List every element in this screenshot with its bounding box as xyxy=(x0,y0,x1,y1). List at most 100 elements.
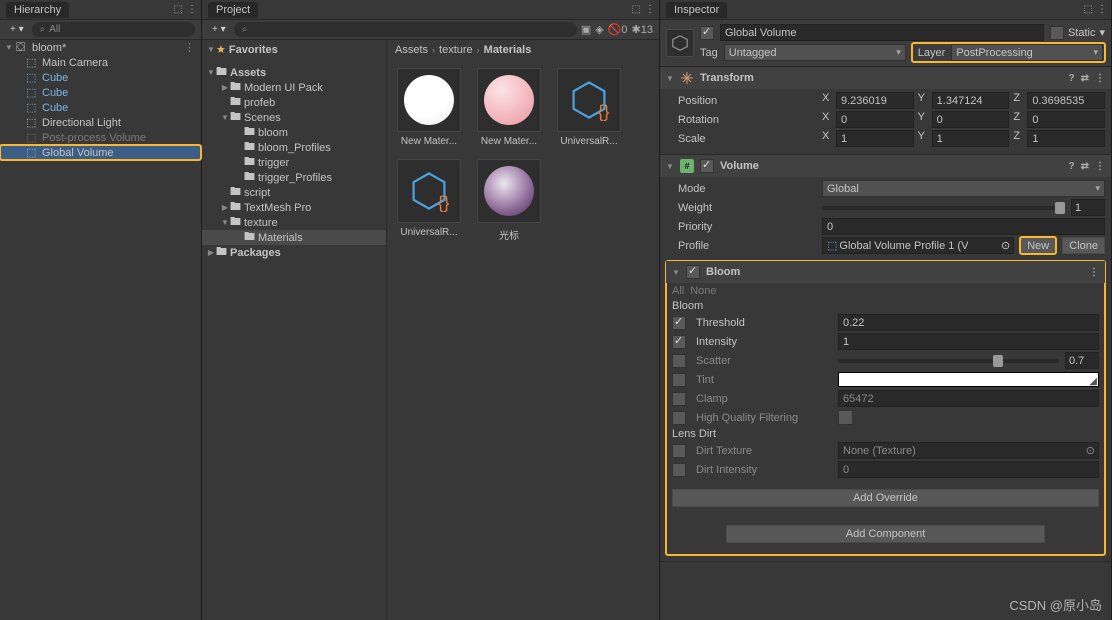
profile-new-button[interactable]: New xyxy=(1020,237,1056,254)
rot-x[interactable]: 0 xyxy=(836,111,914,128)
threshold-field[interactable]: 0.22 xyxy=(838,314,1099,331)
scale-x[interactable]: 1 xyxy=(836,130,914,147)
help-icon[interactable]: ? xyxy=(1069,73,1075,84)
project-tree-item[interactable]: 🖿bloom xyxy=(202,125,386,140)
preset-icon[interactable]: ⇄ xyxy=(1081,161,1089,172)
menu-icon[interactable]: ⋮ xyxy=(1095,73,1105,84)
hierarchy-tab[interactable]: Hierarchy xyxy=(6,2,69,18)
menu-icon[interactable]: ⋮ xyxy=(1095,161,1105,172)
static-toggle[interactable]: Static▾ xyxy=(1050,26,1105,40)
hierarchy-item[interactable]: ⬚Cube xyxy=(0,85,201,100)
profile-field[interactable]: ⬚Global Volume Profile 1 (V⊙ xyxy=(822,237,1014,254)
dirtint-override[interactable] xyxy=(672,463,686,477)
project-tree-item[interactable]: ▼🖿Scenes xyxy=(202,110,386,125)
bloom-header[interactable]: ▼ Bloom ⋮ xyxy=(666,261,1105,283)
layers-count[interactable]: ✱13 xyxy=(632,23,653,36)
clamp-override[interactable] xyxy=(672,392,686,406)
hidden-count[interactable]: 🚫0 xyxy=(608,23,628,36)
asset-item[interactable]: {}UniversalR... xyxy=(555,68,623,147)
project-tree-item[interactable]: 🖿bloom_Profiles xyxy=(202,140,386,155)
project-tree-item[interactable]: ▶🖿Packages xyxy=(202,245,386,260)
project-tree-item[interactable]: ▼🖿texture xyxy=(202,215,386,230)
context-menu-icon[interactable]: ⋮ xyxy=(187,4,197,15)
pos-x[interactable]: 9.236019 xyxy=(836,92,914,109)
lock-icon[interactable]: ⬚ xyxy=(174,4,183,15)
breadcrumb[interactable]: Assets› texture› Materials xyxy=(387,40,659,60)
hq-check[interactable] xyxy=(838,410,853,425)
folder-icon: 🖿 xyxy=(216,63,227,82)
folder-icon: 🖿 xyxy=(244,228,255,247)
threshold-override[interactable] xyxy=(672,316,686,330)
project-tree-item[interactable]: 🖿Materials xyxy=(202,230,386,245)
clamp-field[interactable]: 65472 xyxy=(838,390,1099,407)
hierarchy-item-selected[interactable]: ⬚Global Volume xyxy=(0,145,201,160)
bloom-enabled[interactable] xyxy=(686,265,700,279)
transform-header[interactable]: ▼ Transform ?⇄⋮ xyxy=(660,67,1111,89)
hierarchy-search[interactable]: ⌕All xyxy=(32,22,195,37)
volume-header[interactable]: ▼ # Volume ?⇄⋮ xyxy=(660,155,1111,177)
scatter-override[interactable] xyxy=(672,354,686,368)
intensity-override[interactable] xyxy=(672,335,686,349)
hierarchy-item[interactable]: ⬚Post-process Volume xyxy=(0,130,201,145)
asset-item[interactable]: {}UniversalR... xyxy=(395,159,463,242)
inspector-tab[interactable]: Inspector xyxy=(666,2,727,18)
preset-icon[interactable]: ⇄ xyxy=(1081,73,1089,84)
scale-z[interactable]: 1 xyxy=(1027,130,1105,147)
layer-dropdown[interactable]: PostProcessing xyxy=(951,44,1103,61)
favorites-root[interactable]: ▼★Favorites xyxy=(202,42,386,57)
active-checkbox[interactable] xyxy=(700,26,714,40)
add-override-button[interactable]: Add Override xyxy=(672,489,1099,507)
intensity-field[interactable]: 1 xyxy=(838,333,1099,350)
tint-color[interactable] xyxy=(838,372,1099,387)
rot-z[interactable]: 0 xyxy=(1027,111,1105,128)
hq-override[interactable] xyxy=(672,411,686,425)
project-search[interactable]: ⌕ xyxy=(234,22,577,37)
pos-y[interactable]: 1.347124 xyxy=(932,92,1010,109)
profile-clone-button[interactable]: Clone xyxy=(1062,237,1105,254)
dirttex-field[interactable]: None (Texture)⊙ xyxy=(838,442,1099,459)
hierarchy-toolbar: + ▾ ⌕All xyxy=(0,20,201,40)
hierarchy-item[interactable]: ⬚Cube xyxy=(0,100,201,115)
breadcrumb-item[interactable]: texture xyxy=(439,44,473,56)
pos-z[interactable]: 0.3698535 xyxy=(1027,92,1105,109)
lock-icon[interactable]: ⬚ xyxy=(1084,4,1093,15)
hierarchy-item[interactable]: ⬚Cube xyxy=(0,70,201,85)
tint-override[interactable] xyxy=(672,373,686,387)
asset-item[interactable]: 光标 xyxy=(475,159,543,242)
rot-y[interactable]: 0 xyxy=(932,111,1010,128)
project-tree-item[interactable]: 🖿trigger xyxy=(202,155,386,170)
bloom-none[interactable]: None xyxy=(690,285,716,297)
add-component-button[interactable]: Add Component xyxy=(726,525,1045,543)
add-button[interactable]: + ▾ xyxy=(6,23,28,36)
asset-item[interactable]: New Mater... xyxy=(475,68,543,147)
add-button[interactable]: + ▾ xyxy=(208,23,230,36)
help-icon[interactable]: ? xyxy=(1069,161,1075,172)
folder-icon: 🖿 xyxy=(230,108,241,127)
tag-dropdown[interactable]: Untagged xyxy=(724,44,906,61)
bloom-all[interactable]: All xyxy=(672,285,684,297)
name-field[interactable] xyxy=(720,24,1044,41)
breadcrumb-item[interactable]: Assets xyxy=(395,44,428,56)
script-icon: # xyxy=(680,159,694,173)
dirttex-override[interactable] xyxy=(672,444,686,458)
hierarchy-item[interactable]: ⬚Main Camera xyxy=(0,55,201,70)
asset-item[interactable]: New Mater... xyxy=(395,68,463,147)
scatter-slider[interactable]: 0.7 xyxy=(838,352,1099,369)
filter-icon[interactable]: ◈ xyxy=(595,23,603,36)
hierarchy-item[interactable]: ⬚Directional Light xyxy=(0,115,201,130)
volume-enabled[interactable] xyxy=(700,159,714,173)
weight-slider[interactable]: 1 xyxy=(822,199,1105,216)
lock-icon[interactable]: ⬚ xyxy=(632,4,641,15)
menu-icon[interactable]: ⋮ xyxy=(1089,267,1099,278)
mode-dropdown[interactable]: Global xyxy=(822,180,1105,197)
context-menu-icon[interactable]: ⋮ xyxy=(1097,4,1107,15)
filter-icon[interactable]: ▣ xyxy=(581,23,591,36)
gameobject-icon[interactable] xyxy=(666,29,694,57)
breadcrumb-item[interactable]: Materials xyxy=(484,44,532,56)
scale-y[interactable]: 1 xyxy=(932,130,1010,147)
context-menu-icon[interactable]: ⋮ xyxy=(645,4,655,15)
dirtint-field[interactable]: 0 xyxy=(838,461,1099,478)
scene-row[interactable]: ▼⛋bloom*⋮ xyxy=(0,40,201,55)
project-tab[interactable]: Project xyxy=(208,2,258,18)
priority-field[interactable]: 0 xyxy=(822,218,1105,235)
